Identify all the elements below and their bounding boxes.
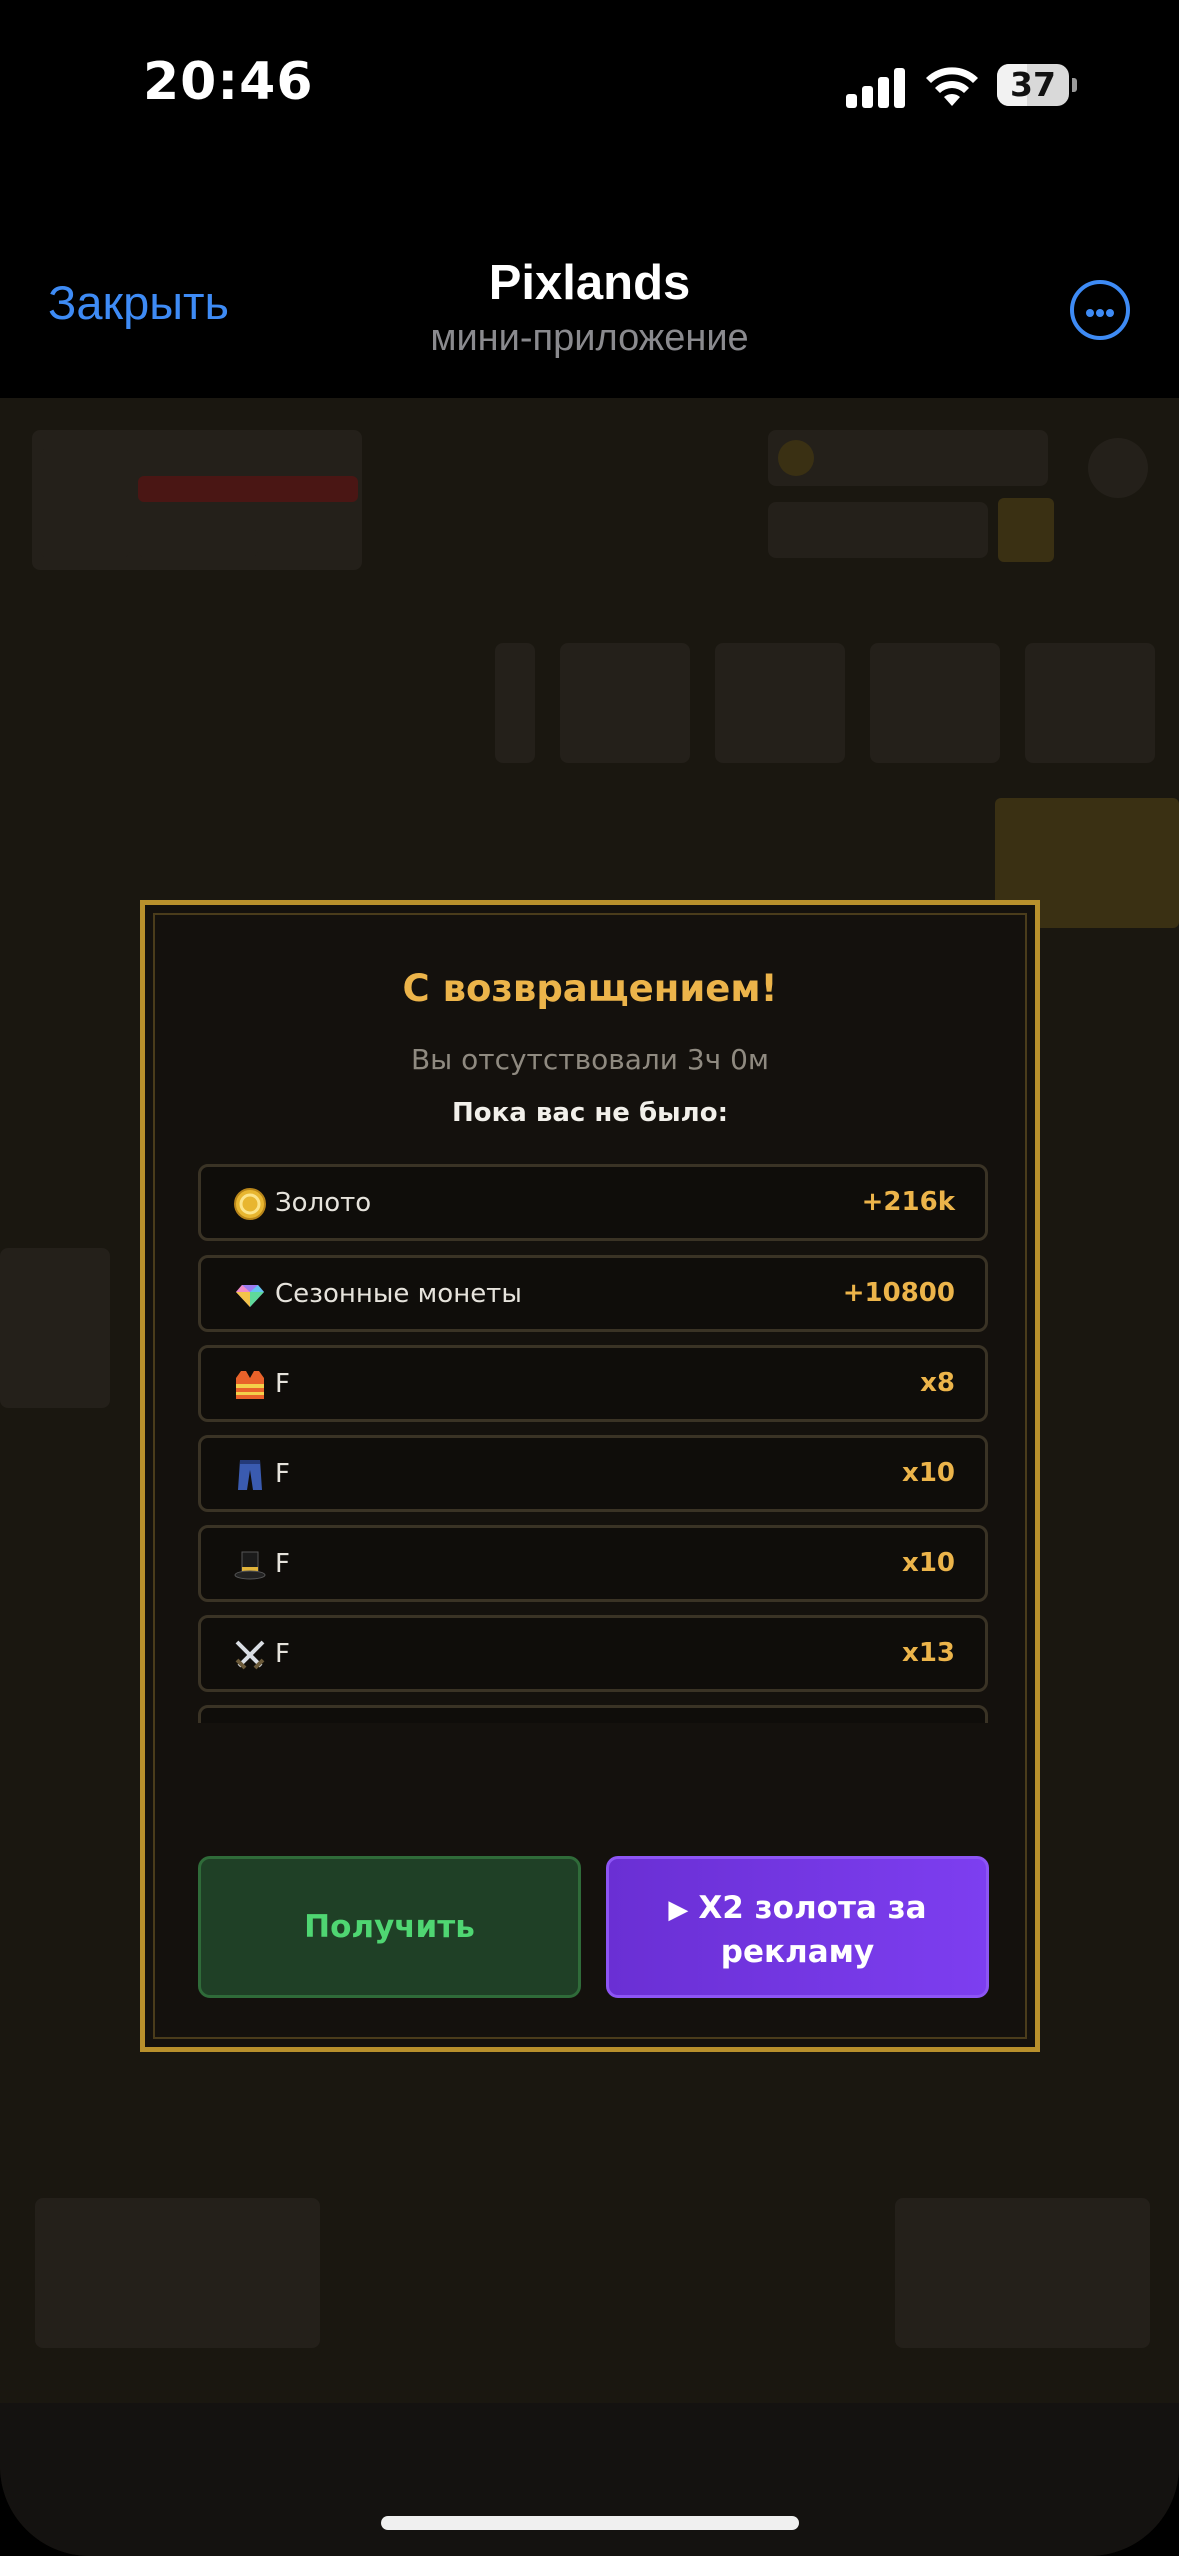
play-icon: ▶ [668,1895,689,1925]
rewards-caption: Пока вас не было: [452,1098,728,1128]
more-options-button[interactable] [1070,280,1130,340]
reward-value: x10 [902,1458,955,1488]
reward-row-swords: F x13 [198,1615,988,1692]
reward-row-top-hat: F x10 [198,1525,988,1602]
modal-title: С возвращением! [402,967,778,1010]
reward-label: Золото [275,1188,372,1218]
app-subtitle: мини-приложение [430,317,749,359]
reward-row-season-coins: Сезонные монеты +10800 [198,1255,988,1332]
crossed-swords-icon [235,1640,265,1670]
status-bar: 20:46 37 [0,0,1179,180]
battery-icon: 37 [997,64,1077,108]
reward-row-pants: F x10 [198,1435,988,1512]
pants-icon [238,1460,262,1490]
reward-row-gold: Золото +216k [198,1164,988,1241]
ad-button-label: X2 золота за рекламу [698,1890,927,1970]
reward-value: +216k [861,1187,955,1217]
double-gold-ad-button[interactable]: ▶ X2 золота за рекламу [606,1856,989,1998]
reward-label: F [275,1549,290,1579]
battery-level: 37 [1010,65,1056,104]
wifi-icon [926,67,978,106]
top-hat-icon [234,1551,266,1580]
reward-value: x10 [902,1548,955,1578]
welcome-back-modal: С возвращением! Вы отсутствовали 3ч 0м П… [140,900,1040,2052]
app-title: Pixlands [488,256,691,310]
reward-label: Сезонные монеты [275,1279,522,1309]
reward-label: F [275,1459,290,1489]
reward-value: x13 [902,1638,955,1668]
reward-row-vest: F x8 [198,1345,988,1422]
reward-label: F [275,1639,290,1669]
status-time: 20:46 [143,52,314,112]
home-indicator[interactable] [381,2516,799,2530]
claim-button[interactable]: Получить [198,1856,581,1998]
absence-duration: Вы отсутствовали 3ч 0м [410,1043,770,1076]
vest-icon [236,1371,264,1399]
gem-icon [236,1285,264,1307]
reward-value: x8 [920,1368,955,1398]
gold-coin-icon [234,1188,266,1220]
cellular-signal-icon [846,66,906,108]
offline-rewards-list[interactable]: Золото +216k Сезонные монеты +10800 F x8 [198,1164,988,1723]
reward-value: +10800 [842,1278,955,1308]
reward-row-boot: F x11 [198,1705,988,1723]
reward-label: F [275,1369,290,1399]
mini-app-header: Закрыть Pixlands мини-приложение [0,180,1179,398]
